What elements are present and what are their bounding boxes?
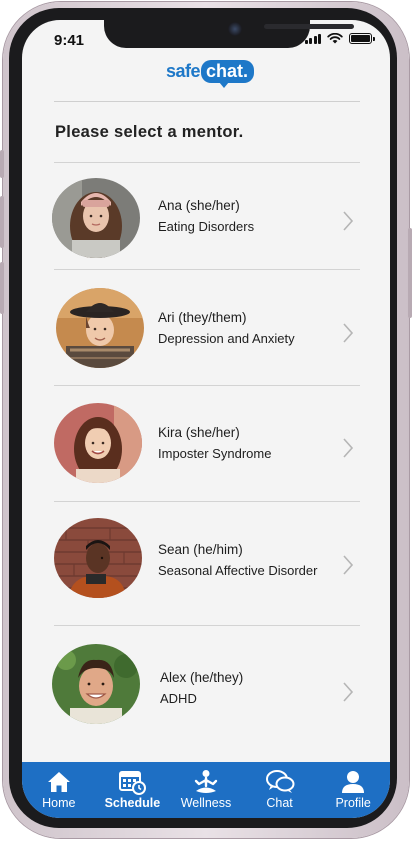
signal-icon	[304, 33, 321, 44]
home-icon	[44, 768, 74, 796]
mentor-topic: Imposter Syndrome	[158, 446, 272, 461]
chevron-right-icon[interactable]	[342, 554, 354, 576]
notch	[104, 20, 354, 48]
divider	[54, 385, 360, 386]
tab-label: Schedule	[104, 796, 161, 810]
tab-label: Home	[42, 796, 76, 810]
status-time: 9:41	[54, 32, 85, 49]
tab-chat[interactable]: Chat	[243, 762, 317, 818]
mentor-row-ari[interactable]: Ari (they/them) Depression and Anxiety	[22, 278, 390, 378]
tab-home[interactable]: Home	[22, 762, 96, 818]
wifi-icon	[327, 33, 343, 44]
mentor-topic: ADHD	[160, 691, 197, 706]
mentor-avatar	[52, 178, 140, 258]
divider	[54, 501, 360, 502]
side-button	[0, 196, 4, 248]
tab-profile[interactable]: Profile	[316, 762, 390, 818]
divider	[54, 162, 360, 163]
chevron-right-icon[interactable]	[342, 437, 354, 459]
mentor-topic: Depression and Anxiety	[158, 331, 295, 346]
divider	[54, 625, 360, 626]
meditation-icon	[191, 768, 221, 796]
app-screen: 9:41 safe chat. Please select a mentor.	[22, 20, 390, 818]
mentor-name: Alex (he/they)	[160, 670, 244, 685]
mentor-name: Kira (she/her)	[158, 425, 240, 440]
side-button	[408, 228, 412, 318]
mentor-avatar	[52, 644, 140, 724]
mentor-row-sean[interactable]: Sean (he/him) Seasonal Affective Disorde…	[22, 510, 390, 610]
chevron-right-icon[interactable]	[342, 322, 354, 344]
mentor-name: Sean (he/him)	[158, 542, 243, 557]
status-icons	[304, 33, 375, 44]
status-bar: 9:41	[22, 20, 390, 60]
divider	[54, 269, 360, 270]
tab-label: Chat	[266, 796, 293, 810]
mentor-topic: Eating Disorders	[158, 219, 255, 234]
divider	[54, 101, 360, 102]
mentor-avatar	[56, 288, 144, 368]
mentor-row-alex[interactable]: Alex (he/they) ADHD	[22, 636, 390, 736]
tab-label: Wellness	[180, 796, 232, 810]
logo-text-chat: chat.	[201, 59, 255, 88]
mentor-avatar	[54, 403, 142, 483]
chevron-right-icon[interactable]	[342, 681, 354, 703]
tab-wellness[interactable]: Wellness	[169, 762, 243, 818]
bottom-tab-bar: Home Schedule Wellness Chat Profile	[22, 762, 390, 818]
mentor-avatar	[54, 518, 142, 598]
side-button	[0, 150, 4, 178]
camera-icon	[228, 22, 242, 36]
speaker	[264, 24, 354, 29]
mentor-topic: Seasonal Affective Disorder	[158, 563, 318, 578]
safechat-logo: safe chat.	[166, 57, 255, 88]
chat-bubbles-icon	[265, 768, 295, 796]
tab-schedule[interactable]: Schedule	[96, 762, 170, 818]
person-icon	[338, 768, 368, 796]
battery-icon	[349, 33, 375, 44]
mentor-name: Ana (she/her)	[158, 198, 240, 213]
mentor-row-ana[interactable]: Ana (she/her) Eating Disorders	[22, 168, 390, 268]
mentor-row-kira[interactable]: Kira (she/her) Imposter Syndrome	[22, 393, 390, 493]
calendar-clock-icon	[117, 768, 147, 796]
side-button	[0, 262, 4, 314]
page-title: Please select a mentor.	[55, 123, 244, 141]
chevron-right-icon[interactable]	[342, 210, 354, 232]
tab-label: Profile	[335, 796, 371, 810]
logo-text-safe: safe	[166, 60, 201, 81]
mentor-name: Ari (they/them)	[158, 310, 247, 325]
